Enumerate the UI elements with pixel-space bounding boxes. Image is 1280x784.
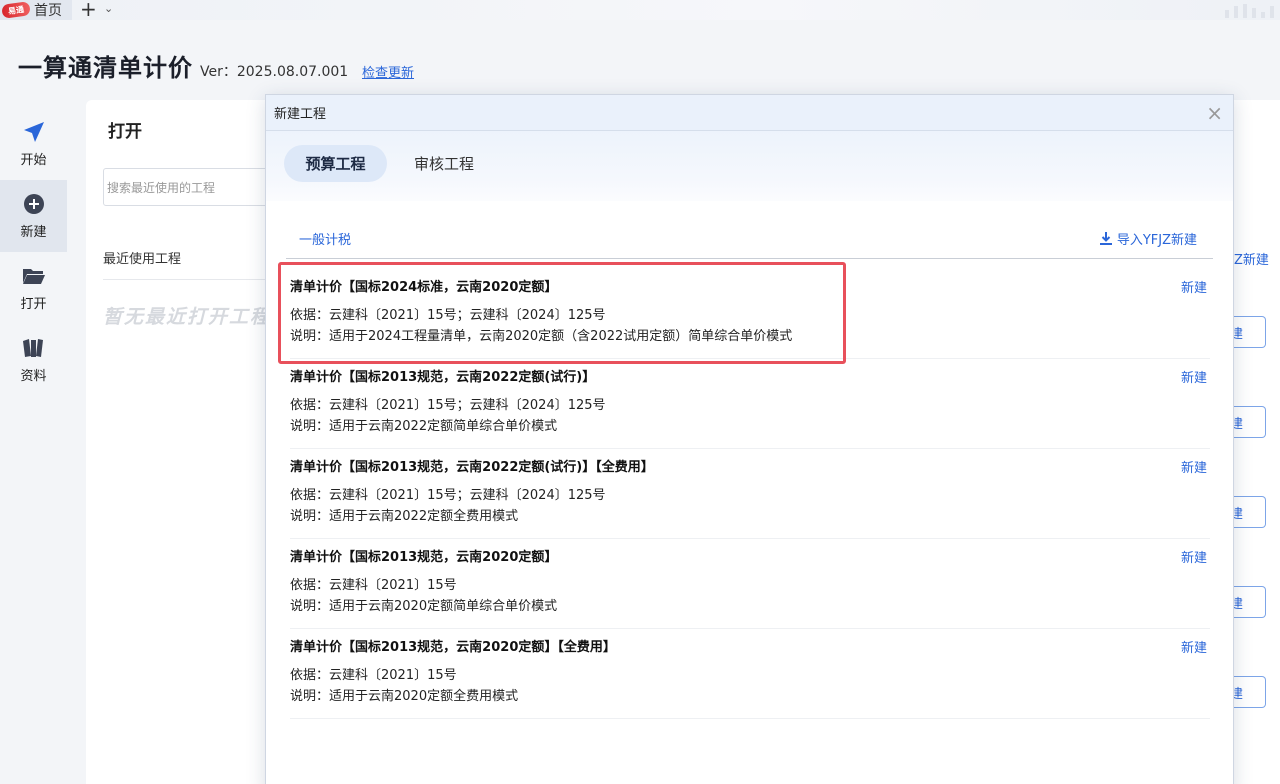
template-title: 清单计价【国标2013规范，云南2020定额】【全费用】	[290, 640, 616, 655]
app-title: 一算通清单计价	[18, 54, 193, 82]
background-new-button[interactable]: 建	[1230, 676, 1266, 708]
nav-item-label: 开始	[20, 152, 47, 168]
template-description: 说明：适用于云南2022定额全费用模式	[290, 509, 519, 524]
nav-item-label: 打开	[20, 296, 47, 312]
add-tab-button[interactable]: +	[80, 0, 97, 21]
recent-projects-label: 最近使用工程	[103, 252, 182, 267]
template-title: 清单计价【国标2013规范，云南2022定额(试行)】	[290, 370, 596, 385]
close-icon[interactable]: ×	[1206, 101, 1223, 125]
template-basis: 依据：云建科〔2021〕15号	[290, 578, 457, 593]
nav-item-start[interactable]: 开始	[0, 108, 67, 180]
new-template-button[interactable]: 新建	[1181, 547, 1207, 566]
tab-home-label: 首页	[34, 3, 62, 19]
import-yfjz-link[interactable]: 导入YFJZ新建	[1099, 229, 1197, 248]
template-list: 清单计价【国标2024标准，云南2020定额】 依据：云建科〔2021〕15号；…	[290, 269, 1210, 719]
list-item: 清单计价【国标2013规范，云南2020定额】【全费用】 依据：云建科〔2021…	[290, 629, 1210, 719]
nav-item-label: 新建	[20, 224, 47, 240]
tab-home[interactable]: 易通 首页	[0, 0, 72, 20]
template-title: 清单计价【国标2024标准，云南2020定额】	[290, 280, 558, 295]
dialog-title: 新建工程	[274, 107, 327, 122]
nav-item-open[interactable]: 打开	[0, 252, 67, 324]
new-template-button[interactable]: 新建	[1181, 637, 1207, 656]
new-template-button[interactable]: 新建	[1181, 457, 1207, 476]
list-item: 清单计价【国标2013规范，云南2022定额(试行)】 依据：云建科〔2021〕…	[290, 359, 1210, 449]
template-title: 清单计价【国标2013规范，云南2020定额】	[290, 550, 558, 565]
tab-budget-project[interactable]: 预算工程	[284, 145, 387, 182]
import-yfjz-label: 导入YFJZ新建	[1116, 233, 1197, 248]
template-description: 说明：适用于云南2020定额全费用模式	[290, 689, 519, 704]
list-item: 清单计价【国标2024标准，云南2020定额】 依据：云建科〔2021〕15号；…	[290, 269, 1210, 359]
nav-item-resources[interactable]: 资料	[0, 324, 67, 396]
template-description: 说明：适用于云南2020定额简单综合单价模式	[290, 599, 558, 614]
side-nav: 开始 新建 打开 资料	[0, 108, 67, 396]
recent-search-input[interactable]: 搜索最近使用的工程	[103, 168, 273, 206]
plus-circle-icon	[23, 193, 45, 215]
dialog-tabs: 预算工程 审核工程	[266, 131, 1233, 201]
template-title: 清单计价【国标2013规范，云南2022定额(试行)】【全费用】	[290, 460, 654, 475]
template-basis: 依据：云建科〔2021〕15号；云建科〔2024〕125号	[290, 398, 606, 413]
tax-mode-bar: 一般计税 导入YFJZ新建	[286, 221, 1213, 259]
template-description: 说明：适用于2024工程量清单，云南2020定额（含2022试用定额）简单综合单…	[290, 329, 793, 344]
background-new-button[interactable]: 建	[1230, 586, 1266, 618]
chevron-down-icon[interactable]: ⌄	[104, 2, 113, 15]
send-arrow-icon	[22, 121, 46, 143]
background-new-button[interactable]: 建	[1230, 406, 1266, 438]
background-import-link[interactable]: Z新建	[1234, 249, 1269, 268]
new-project-dialog: 新建工程 × 预算工程 审核工程 一般计税 导入YFJZ新建 清单计价【国标20…	[265, 94, 1234, 784]
template-basis: 依据：云建科〔2021〕15号；云建科〔2024〕125号	[290, 308, 606, 323]
tab-general-tax[interactable]: 一般计税	[299, 229, 351, 248]
decorative-bars-icon	[1225, 4, 1274, 18]
tab-strip: 易通 首页 + ⌄	[0, 0, 1280, 21]
nav-item-new[interactable]: 新建	[0, 180, 67, 252]
version-label: Ver：2025.08.07.001	[200, 64, 349, 80]
new-template-button[interactable]: 新建	[1181, 367, 1207, 386]
app-logo-icon: 易通	[1, 1, 31, 19]
folder-icon	[22, 265, 46, 287]
list-item: 清单计价【国标2013规范，云南2020定额】 依据：云建科〔2021〕15号 …	[290, 539, 1210, 629]
divider	[103, 279, 273, 280]
book-icon	[21, 337, 47, 359]
background-new-button[interactable]: 建	[1230, 496, 1266, 528]
template-basis: 依据：云建科〔2021〕15号	[290, 668, 457, 683]
empty-recent-message: 暂无最近打开工程	[103, 306, 265, 328]
dialog-header: 新建工程 ×	[266, 95, 1233, 131]
tab-audit-project[interactable]: 审核工程	[398, 145, 490, 182]
nav-item-label: 资料	[20, 368, 47, 384]
new-template-button[interactable]: 新建	[1181, 277, 1207, 296]
template-description: 说明：适用于云南2022定额简单综合单价模式	[290, 419, 558, 434]
open-panel-title: 打开	[108, 122, 142, 142]
template-basis: 依据：云建科〔2021〕15号；云建科〔2024〕125号	[290, 488, 606, 503]
download-icon	[1099, 232, 1112, 245]
list-item: 清单计价【国标2013规范，云南2022定额(试行)】【全费用】 依据：云建科〔…	[290, 449, 1210, 539]
check-update-link[interactable]: 检查更新	[362, 62, 414, 81]
background-new-button[interactable]: 建	[1230, 316, 1266, 348]
